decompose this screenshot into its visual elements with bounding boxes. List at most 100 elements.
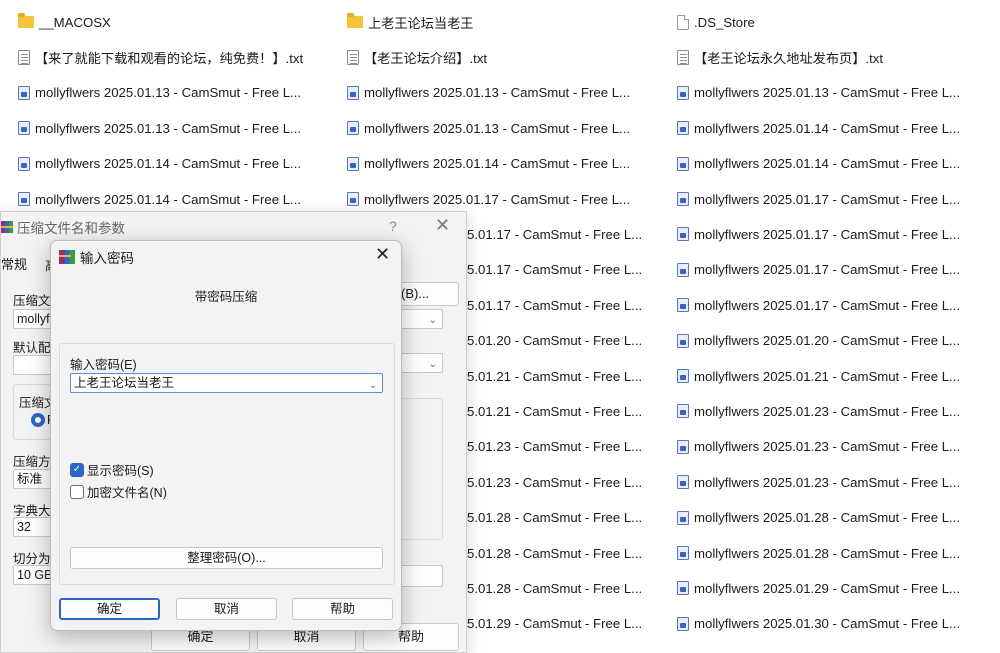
encrypt-filenames-checkbox[interactable]: 加密文件名(N) (70, 482, 167, 501)
file-item[interactable]: 上老王论坛当老王 (347, 11, 643, 33)
file-name: mollyflwers 2025.01.13 - CamSmut - Free … (35, 120, 302, 136)
file-item[interactable]: 5.01.17 - CamSmut - Free L... (467, 223, 642, 245)
html-file-icon (677, 121, 689, 136)
blank-file-icon (677, 14, 689, 30)
close-icon[interactable]: ✕ (375, 244, 390, 265)
file-item[interactable]: mollyflwers 2025.01.13 - CamSmut - Free … (18, 82, 313, 104)
file-item[interactable]: mollyflwers 2025.01.17 - CamSmut - Free … (677, 259, 977, 281)
file-name: 5.01.21 - CamSmut - Free L... (467, 368, 642, 384)
password-input[interactable]: 上老王论坛当老王 ⌄ (70, 373, 383, 393)
file-item[interactable]: 【老王论坛永久地址发布页】.txt (677, 46, 977, 68)
file-item[interactable]: 5.01.28 - CamSmut - Free L... (467, 507, 642, 529)
file-item[interactable]: 5.01.23 - CamSmut - Free L... (467, 471, 642, 493)
password-help-button[interactable]: 帮助 (292, 598, 393, 620)
file-item[interactable]: mollyflwers 2025.01.13 - CamSmut - Free … (347, 117, 643, 139)
file-name: 【老王论坛介绍】.txt (364, 50, 488, 66)
help-icon[interactable]: ? (389, 218, 397, 234)
html-file-icon (677, 581, 689, 596)
profile-button[interactable] (13, 355, 53, 375)
html-file-icon (347, 192, 359, 206)
file-item[interactable]: 5.01.28 - CamSmut - Free L... (467, 577, 642, 599)
show-password-checkbox[interactable]: ✓ 显示密码(S) (70, 460, 154, 479)
file-item[interactable]: mollyflwers 2025.01.23 - CamSmut - Free … (677, 471, 977, 493)
file-item[interactable]: 5.01.20 - CamSmut - Free L... (467, 330, 642, 352)
file-item[interactable]: 5.01.21 - CamSmut - Free L... (467, 400, 642, 422)
html-file-icon (677, 262, 689, 277)
file-name: 5.01.20 - CamSmut - Free L... (467, 333, 642, 349)
file-name: mollyflwers 2025.01.30 - CamSmut - Free … (694, 616, 961, 632)
compression-method-select[interactable]: 标准 (13, 469, 53, 489)
text-file-icon (677, 49, 689, 65)
file-name: mollyflwers 2025.01.20 - CamSmut - Free … (694, 333, 961, 349)
close-icon[interactable]: ✕ (435, 215, 450, 236)
password-ok-button[interactable]: 确定 (59, 598, 160, 620)
chevron-down-icon[interactable]: ⌄ (369, 377, 377, 395)
dictionary-size-select[interactable]: 32 (13, 517, 53, 537)
file-name: .DS_Store (694, 14, 755, 30)
file-item[interactable]: mollyflwers 2025.01.28 - CamSmut - Free … (677, 507, 977, 529)
file-item[interactable]: mollyflwers 2025.01.17 - CamSmut - Free … (347, 188, 643, 210)
file-item[interactable]: mollyflwers 2025.01.21 - CamSmut - Free … (677, 365, 977, 387)
html-file-icon (347, 85, 359, 100)
browse-button[interactable]: (B)... (401, 282, 459, 306)
html-file-icon (677, 510, 689, 525)
file-item[interactable]: mollyflwers 2025.01.13 - CamSmut - Free … (677, 82, 977, 104)
file-item[interactable]: mollyflwers 2025.01.17 - CamSmut - Free … (677, 223, 977, 245)
file-item[interactable]: mollyflwers 2025.01.28 - CamSmut - Free … (677, 542, 977, 564)
checkbox-empty-icon (70, 484, 84, 499)
tab-general[interactable]: 常规 (1, 254, 27, 273)
file-item[interactable]: mollyflwers 2025.01.23 - CamSmut - Free … (677, 436, 977, 458)
archive-options-select[interactable]: ⌄ (401, 353, 443, 373)
file-name: mollyflwers 2025.01.28 - CamSmut - Free … (694, 545, 961, 561)
file-name: mollyflwers 2025.01.17 - CamSmut - Free … (694, 262, 961, 278)
file-item[interactable]: mollyflwers 2025.01.20 - CamSmut - Free … (677, 330, 977, 352)
password-dialog-titlebar[interactable]: 输入密码 (59, 247, 134, 267)
file-item[interactable]: mollyflwers 2025.01.13 - CamSmut - Free … (347, 82, 643, 104)
html-file-icon (677, 333, 689, 348)
file-item[interactable]: 【来了就能下载和观看的论坛，纯免费！】.txt (18, 46, 313, 68)
password-dialog-subtitle: 带密码压缩 (194, 290, 258, 304)
html-file-icon (677, 404, 689, 419)
archive-name-input[interactable]: mollyfl (13, 309, 53, 329)
file-item[interactable]: 5.01.21 - CamSmut - Free L... (467, 365, 642, 387)
file-name: mollyflwers 2025.01.17 - CamSmut - Free … (694, 191, 961, 207)
file-name: mollyflwers 2025.01.13 - CamSmut - Free … (35, 85, 302, 101)
file-item[interactable]: 5.01.28 - CamSmut - Free L... (467, 542, 642, 564)
file-item[interactable]: 5.01.23 - CamSmut - Free L... (467, 436, 642, 458)
file-item[interactable]: __MACOSX (18, 11, 313, 33)
password-cancel-button[interactable]: 取消 (176, 598, 277, 620)
file-item[interactable]: 【老王论坛介绍】.txt (347, 46, 643, 68)
file-name: 5.01.23 - CamSmut - Free L... (467, 474, 642, 490)
file-item[interactable]: mollyflwers 2025.01.29 - CamSmut - Free … (677, 577, 977, 599)
file-name: mollyflwers 2025.01.29 - CamSmut - Free … (694, 580, 961, 596)
file-item[interactable]: mollyflwers 2025.01.14 - CamSmut - Free … (677, 153, 977, 175)
password-set-button-area[interactable] (401, 565, 443, 587)
folder-icon (18, 13, 34, 28)
file-item[interactable]: mollyflwers 2025.01.14 - CamSmut - Free … (18, 153, 313, 175)
file-name: mollyflwers 2025.01.23 - CamSmut - Free … (694, 474, 961, 490)
file-item[interactable]: mollyflwers 2025.01.14 - CamSmut - Free … (677, 117, 977, 139)
file-item[interactable]: 5.01.17 - CamSmut - Free L... (467, 294, 642, 316)
file-item[interactable]: 5.01.29 - CamSmut - Free L... (467, 613, 642, 635)
file-name: mollyflwers 2025.01.13 - CamSmut - Free … (364, 85, 631, 101)
html-file-icon (18, 121, 30, 136)
split-volumes-select[interactable]: 10 GB (13, 565, 53, 585)
file-item[interactable]: mollyflwers 2025.01.23 - CamSmut - Free … (677, 400, 977, 422)
organize-passwords-button[interactable]: 整理密码(O)... (70, 547, 383, 569)
file-item[interactable]: mollyflwers 2025.01.30 - CamSmut - Free … (677, 613, 977, 635)
file-item[interactable]: mollyflwers 2025.01.14 - CamSmut - Free … (347, 153, 643, 175)
file-item[interactable]: mollyflwers 2025.01.17 - CamSmut - Free … (677, 188, 977, 210)
file-item[interactable]: mollyflwers 2025.01.17 - CamSmut - Free … (677, 294, 977, 316)
file-name: mollyflwers 2025.01.21 - CamSmut - Free … (694, 368, 961, 384)
file-item[interactable]: .DS_Store (677, 11, 977, 33)
file-item[interactable]: mollyflwers 2025.01.14 - CamSmut - Free … (18, 188, 313, 210)
file-item[interactable]: 5.01.17 - CamSmut - Free L... (467, 259, 642, 281)
html-file-icon (677, 298, 689, 313)
html-file-icon (677, 616, 689, 631)
archive-dialog-title: 压缩文件名和参数 (17, 221, 125, 236)
rar-format-radio[interactable] (31, 413, 45, 427)
folder-icon (347, 13, 363, 28)
file-item[interactable]: mollyflwers 2025.01.13 - CamSmut - Free … (18, 117, 313, 139)
chevron-down-icon: ⌄ (428, 359, 437, 370)
update-mode-select[interactable]: ⌄ (401, 309, 443, 329)
